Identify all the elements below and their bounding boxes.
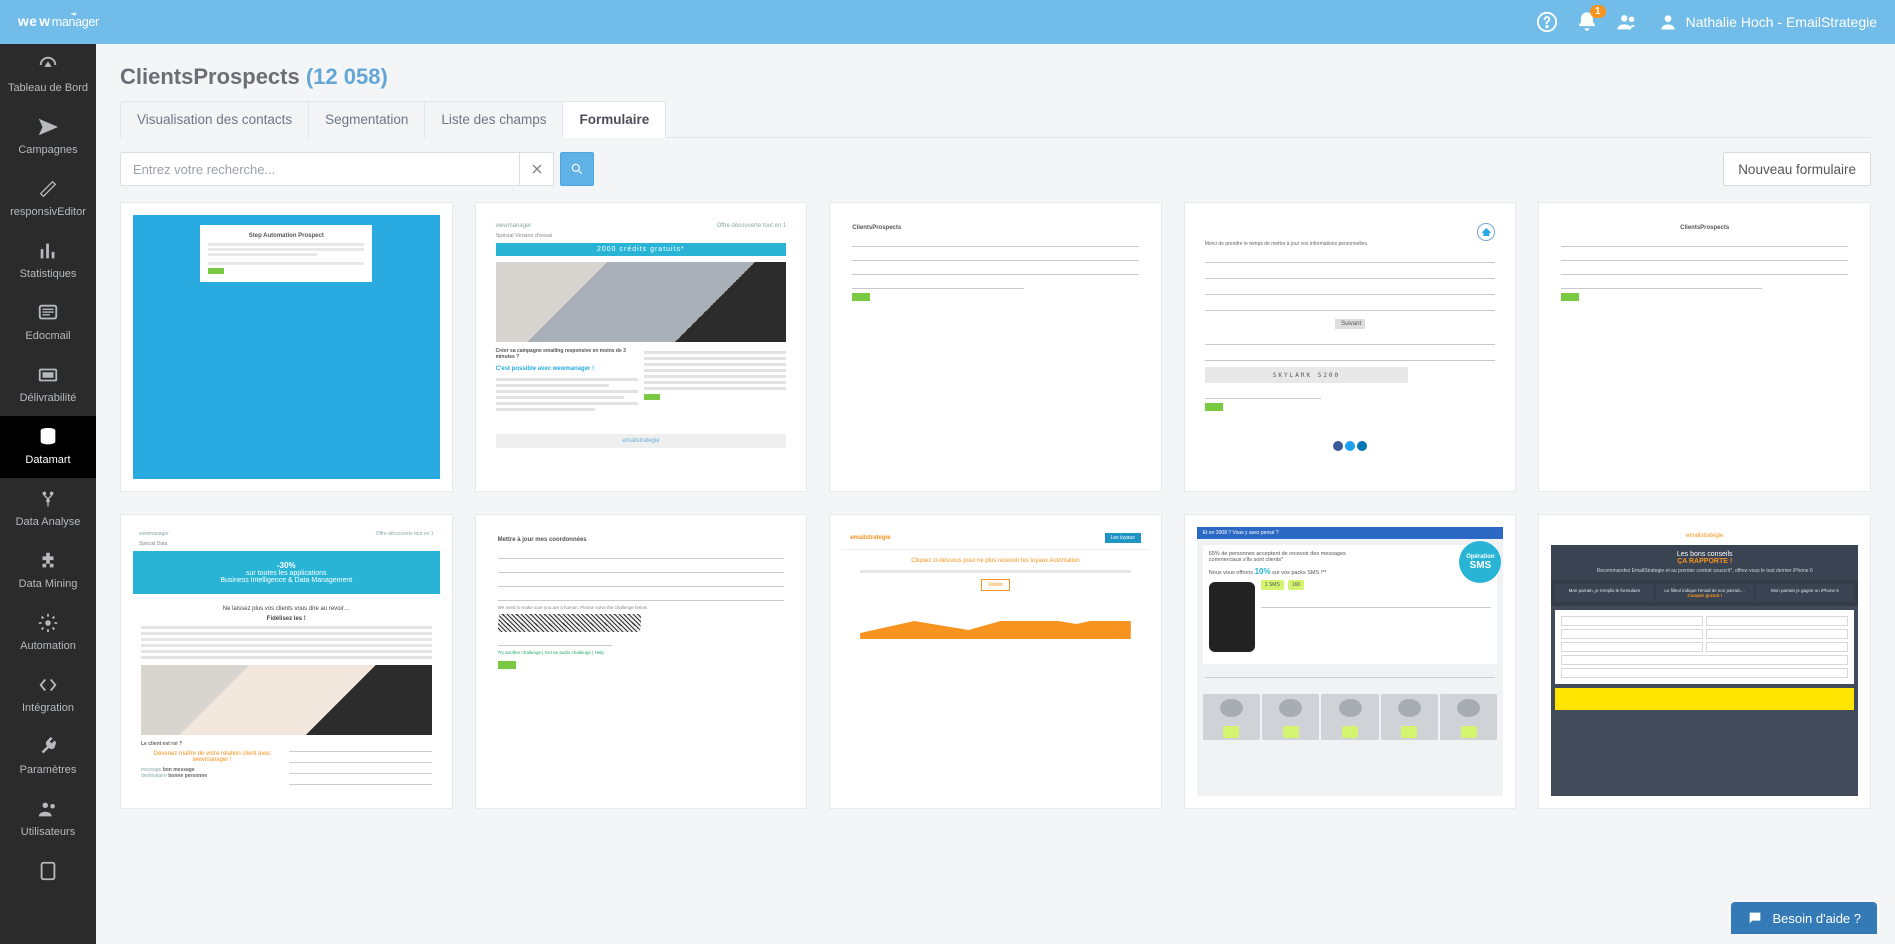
app-logo[interactable]: wewmanager bbox=[18, 12, 131, 32]
search-button[interactable] bbox=[560, 152, 594, 186]
form-grid: Step Automation Prospect wewmanagerOffre… bbox=[120, 202, 1871, 809]
chat-icon bbox=[1747, 910, 1763, 926]
svg-text:manager: manager bbox=[52, 15, 99, 29]
form-thumbnail: emailstrategie Les bons conseils ÇA RAPP… bbox=[1551, 527, 1858, 796]
svg-text:w: w bbox=[18, 14, 29, 29]
form-thumbnail: ClientsProspects bbox=[842, 215, 1149, 305]
form-thumbnail: emailstrategieLes tuyaux Cliquez ci-dess… bbox=[842, 527, 1149, 657]
form-card[interactable]: wewmanagerOffre découverte tout en 1 Spé… bbox=[120, 514, 453, 809]
notification-badge: 1 bbox=[1590, 5, 1606, 18]
form-card[interactable]: emailstrategieLes tuyaux Cliquez ci-dess… bbox=[829, 514, 1162, 809]
svg-text:w: w bbox=[38, 14, 50, 29]
form-card[interactable]: ClientsProspects bbox=[1538, 202, 1871, 492]
sidebar-item-dashboard[interactable]: Tableau de Bord bbox=[0, 44, 96, 106]
form-card[interactable]: Et en 2008 ? Vous y avez pensé ? Opérati… bbox=[1184, 514, 1517, 809]
form-thumbnail: Merci de prendre le temps de mettre à jo… bbox=[1197, 215, 1504, 479]
tab-fields[interactable]: Liste des champs bbox=[424, 101, 563, 138]
form-card[interactable]: Mettre à jour mes coordonnées We need to… bbox=[475, 514, 808, 809]
form-thumbnail: wewmanagerOffre découverte tout en 1 Spé… bbox=[488, 215, 795, 479]
help-widget[interactable]: Besoin d'aide ? bbox=[1731, 902, 1878, 934]
search-input[interactable] bbox=[120, 152, 520, 186]
help-icon[interactable] bbox=[1530, 5, 1564, 39]
form-thumbnail: wewmanagerOffre découverte tout en 1 Spé… bbox=[133, 527, 440, 796]
tab-form[interactable]: Formulaire bbox=[562, 101, 666, 138]
sidebar-item-campaigns[interactable]: Campagnes bbox=[0, 106, 96, 168]
form-card[interactable]: emailstrategie Les bons conseils ÇA RAPP… bbox=[1538, 514, 1871, 809]
form-card[interactable]: Merci de prendre le temps de mettre à jo… bbox=[1184, 202, 1517, 492]
sidebar-item-deliverability[interactable]: Délivrabilité bbox=[0, 354, 96, 416]
sidebar-item-mining[interactable]: Data Mining bbox=[0, 540, 96, 602]
clear-search-button[interactable] bbox=[520, 152, 554, 186]
search-icon bbox=[570, 162, 584, 176]
team-icon[interactable] bbox=[1610, 5, 1644, 39]
sidebar-item-more[interactable] bbox=[0, 850, 96, 900]
tab-contacts[interactable]: Visualisation des contacts bbox=[120, 101, 309, 138]
sidebar-item-edocmail[interactable]: Edocmail bbox=[0, 292, 96, 354]
form-card[interactable]: wewmanagerOffre découverte tout en 1 Spé… bbox=[475, 202, 808, 492]
sidebar-item-datamart[interactable]: Datamart bbox=[0, 416, 96, 478]
sidebar-item-users[interactable]: Utilisateurs bbox=[0, 788, 96, 850]
sidebar-item-settings[interactable]: Paramètres bbox=[0, 726, 96, 788]
svg-text:e: e bbox=[29, 14, 37, 29]
sidebar-item-automation[interactable]: Automation bbox=[0, 602, 96, 664]
topbar: wewmanager 1 Nathalie Hoch - EmailStrate… bbox=[0, 0, 1895, 44]
page-title: ClientsProspects (12 058) bbox=[120, 64, 1871, 90]
new-form-button[interactable]: Nouveau formulaire bbox=[1723, 152, 1871, 186]
sidebar-item-editor[interactable]: responsivEditor bbox=[0, 168, 96, 230]
close-icon bbox=[531, 163, 543, 175]
form-thumbnail: Step Automation Prospect bbox=[133, 215, 440, 479]
main-content: ClientsProspects (12 058) Visualisation … bbox=[96, 44, 1895, 849]
form-card[interactable]: ClientsProspects bbox=[829, 202, 1162, 492]
toolbar: Nouveau formulaire bbox=[120, 152, 1871, 186]
user-name: Nathalie Hoch - EmailStrategie bbox=[1686, 14, 1877, 30]
form-card[interactable]: Step Automation Prospect bbox=[120, 202, 453, 492]
home-icon bbox=[1477, 223, 1495, 241]
form-thumbnail: Mettre à jour mes coordonnées We need to… bbox=[488, 527, 795, 677]
tab-segmentation[interactable]: Segmentation bbox=[308, 101, 425, 138]
tabs: Visualisation des contacts Segmentation … bbox=[120, 100, 1871, 138]
form-thumbnail: Et en 2008 ? Vous y avez pensé ? Opérati… bbox=[1197, 527, 1504, 796]
sidebar: Tableau de Bord Campagnes responsivEdito… bbox=[0, 44, 96, 944]
sidebar-item-analyse[interactable]: Data Analyse bbox=[0, 478, 96, 540]
form-thumbnail: ClientsProspects bbox=[1551, 215, 1858, 305]
notifications-icon[interactable]: 1 bbox=[1570, 5, 1604, 39]
user-menu[interactable]: Nathalie Hoch - EmailStrategie bbox=[1658, 12, 1877, 32]
sidebar-item-stats[interactable]: Statistiques bbox=[0, 230, 96, 292]
sidebar-item-integration[interactable]: Intégration bbox=[0, 664, 96, 726]
